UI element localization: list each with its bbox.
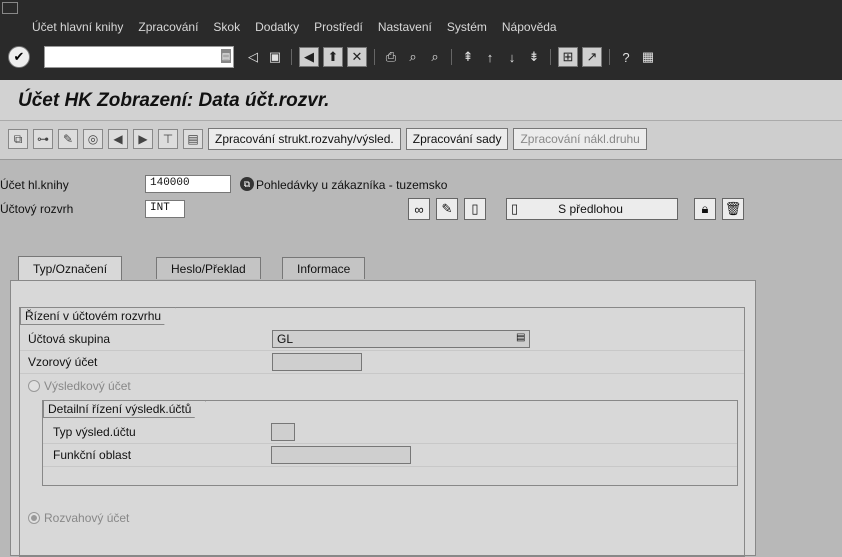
lock-icon[interactable]: 🔒︎ — [694, 198, 716, 220]
menu-item-processing[interactable]: Zpracování — [138, 20, 198, 34]
help-icon[interactable]: ? — [617, 48, 635, 66]
balance-sheet-radio[interactable] — [28, 512, 40, 524]
sample-account-field[interactable] — [272, 353, 362, 371]
display-variants-icon[interactable]: ∞ — [408, 198, 430, 220]
other-object-icon[interactable]: ⧉ — [8, 129, 28, 149]
save-icon[interactable]: ▣ — [266, 48, 284, 66]
enter-icon[interactable]: ✔ — [8, 46, 30, 68]
title-bar: Účet HK Zobrazení: Data účt.rozvr. — [0, 80, 842, 121]
delete-icon[interactable]: 🗑︎ — [722, 198, 744, 220]
balance-sheet-label: Rozvahový účet — [44, 511, 130, 525]
chart-of-accounts-field[interactable]: INT — [145, 200, 185, 218]
command-input[interactable] — [45, 47, 223, 65]
gl-account-description: Pohledávky u zákazníka - tuzemsko — [256, 178, 448, 192]
chart-control-group-title: Řízení v účtovém rozvrhu — [20, 307, 176, 325]
tab-information[interactable]: Informace — [282, 257, 366, 279]
functional-area-field[interactable] — [271, 446, 411, 464]
create-icon[interactable]: ▯ — [464, 198, 486, 220]
pencil-icon[interactable]: ✎ — [436, 198, 458, 220]
edit-financial-statement-button[interactable]: Zpracování strukt.rozvahy/výsled. — [208, 128, 401, 150]
separator — [550, 49, 551, 65]
account-group-row: Účtová skupina GL ▤ — [20, 328, 744, 351]
gl-account-field[interactable]: 140000 — [145, 175, 231, 193]
account-overview-icon[interactable]: ⧉ — [240, 177, 254, 191]
sample-account-row: Vzorový účet — [20, 351, 744, 374]
collapse-icon[interactable]: ◁ — [244, 48, 262, 66]
chart-of-accounts-label: Účtový rozvrh — [0, 202, 74, 216]
shortcut-icon[interactable]: ↗ — [582, 47, 602, 67]
pl-type-row: Typ výsled.účtu — [43, 421, 737, 444]
display-icon[interactable]: ◎ — [83, 129, 103, 149]
edit-set-button[interactable]: Zpracování sady — [405, 128, 509, 150]
last-page-icon[interactable]: ⇟ — [525, 48, 543, 66]
with-template-button[interactable]: ▯ S předlohou — [506, 198, 678, 220]
with-template-label: S předlohou — [558, 202, 623, 216]
previous-icon[interactable]: ◀ — [108, 129, 128, 149]
print-icon[interactable]: ⎙ — [382, 48, 400, 66]
next-page-icon[interactable]: ↓ — [503, 48, 521, 66]
gl-account-label: Účet hl.knihy — [0, 178, 69, 192]
new-session-icon[interactable]: ⊞ — [558, 47, 578, 67]
menu-bar: Účet hlavní knihy Zpracování Skok Dodatk… — [0, 0, 842, 36]
back-icon[interactable]: ◀ — [299, 47, 319, 67]
command-history-icon[interactable]: ▤ — [221, 49, 231, 63]
pl-detail-group: Detailní řízení výsledk.účtů Typ výsled.… — [42, 400, 738, 486]
menu-item-system[interactable]: Systém — [447, 20, 487, 34]
separator — [451, 49, 452, 65]
find-icon[interactable]: ⌕ — [404, 48, 422, 66]
dropdown-icon[interactable]: ▤ — [516, 332, 525, 343]
menu-item-extras[interactable]: Dodatky — [255, 20, 299, 34]
menu-item-help[interactable]: Nápověda — [502, 20, 557, 34]
chart-control-group: Řízení v účtovém rozvrhu Účtová skupina … — [19, 307, 745, 557]
account-group-field[interactable]: GL — [272, 330, 530, 348]
display-change-icon[interactable]: ✎ — [58, 129, 78, 149]
cancel-icon[interactable]: ✕ — [347, 47, 367, 67]
next-icon[interactable]: ▶ — [133, 129, 153, 149]
find-next-icon[interactable]: ⌕ — [426, 48, 444, 66]
main-area: Účet hl.knihy 140000 ⧉ Pohledávky u záka… — [0, 160, 842, 557]
menu-item-gl-account[interactable]: Účet hlavní knihy — [32, 20, 123, 34]
command-field[interactable]: ▤ — [44, 46, 234, 68]
pl-type-label: Typ výsled.účtu — [53, 425, 136, 439]
separator — [374, 49, 375, 65]
application-toolbar: ⧉ ⊶ ✎ ◎ ◀ ▶ ⊤ ▤ Zpracování strukt.rozvah… — [0, 121, 842, 160]
first-page-icon[interactable]: ⇞ — [459, 48, 477, 66]
menu: Účet hlavní knihy Zpracování Skok Dodatk… — [32, 20, 557, 34]
document-icon[interactable]: ▤ — [183, 129, 203, 149]
menu-item-jump[interactable]: Skok — [213, 20, 240, 34]
pl-account-label: Výsledkový účet — [44, 379, 131, 393]
separator — [609, 49, 610, 65]
pl-account-radio[interactable] — [28, 380, 40, 392]
functional-area-label: Funkční oblast — [53, 448, 132, 462]
sample-account-label: Vzorový účet — [28, 355, 98, 369]
functional-area-row: Funkční oblast — [43, 444, 737, 467]
previous-page-icon[interactable]: ↑ — [481, 48, 499, 66]
tab-panel: Řízení v účtovém rozvrhu Účtová skupina … — [10, 280, 756, 557]
separator — [291, 49, 292, 65]
sap-window-icon[interactable] — [2, 2, 18, 14]
page-title: Účet HK Zobrazení: Data účt.rozvr. — [18, 90, 330, 111]
pl-detail-group-title: Detailní řízení výsledk.účtů — [43, 400, 206, 418]
account-group-label: Účtová skupina — [28, 332, 111, 346]
edit-cost-element-button[interactable]: Zpracování nákl.druhu — [513, 128, 647, 150]
tab-keyword-translation[interactable]: Heslo/Překlad — [156, 257, 261, 279]
pl-type-field[interactable] — [271, 423, 295, 441]
filter-icon[interactable]: ⊤ — [158, 129, 178, 149]
menu-item-environment[interactable]: Prostředí — [314, 20, 363, 34]
tab-type-description[interactable]: Typ/Označení — [18, 256, 123, 280]
layout-menu-icon[interactable]: ▦ — [639, 48, 657, 66]
menu-item-settings[interactable]: Nastavení — [378, 20, 432, 34]
exit-icon[interactable]: ⬆ — [323, 47, 343, 67]
hierarchy-icon[interactable]: ⊶ — [33, 129, 53, 149]
document-icon: ▯ — [511, 201, 519, 216]
